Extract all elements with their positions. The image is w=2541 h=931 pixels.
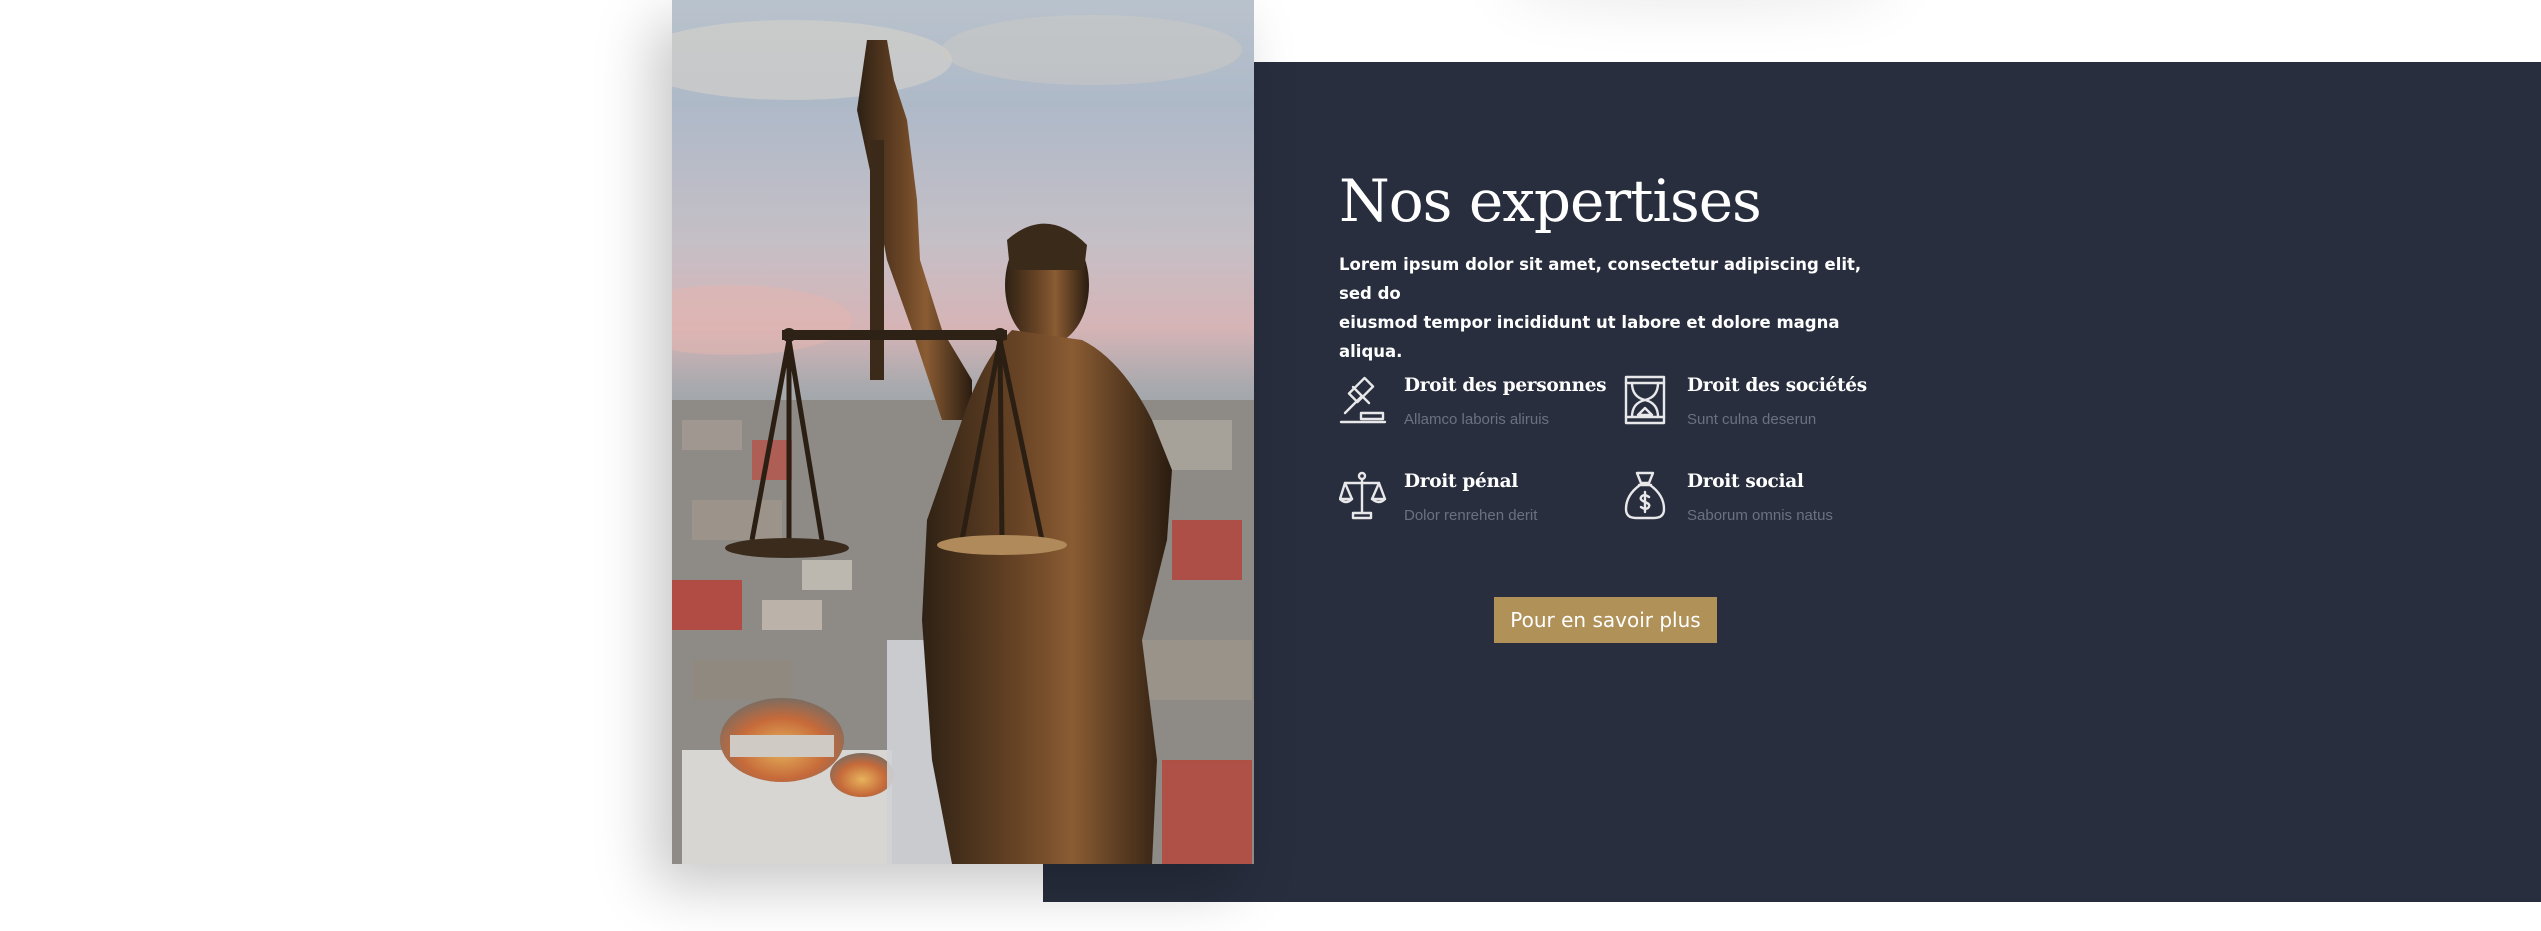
expertise-description: Saborum omnis natus [1687,507,1833,524]
expertise-item-droit-des-societes[interactable]: Droit des sociétés Sunt culna deserun [1622,375,1902,445]
lady-justice-photo [672,0,1254,864]
expertise-item-droit-social[interactable]: Droit social Saborum omnis natus [1622,471,1902,541]
gavel-icon [1339,375,1387,425]
intro-line-2: eiusmod tempor incididunt ut labore et d… [1339,313,1840,361]
scales-icon [1338,471,1387,521]
intro-line-1: Lorem ipsum dolor sit amet, consectetur … [1339,255,1862,303]
expertise-description: Dolor renrehen derit [1404,507,1538,524]
expertise-name: Droit des personnes [1404,375,1607,396]
expertise-name: Droit pénal [1404,471,1519,492]
money-bag-icon [1622,471,1670,521]
section-title: Nos expertises [1339,167,1762,235]
expertise-description: Sunt culna deserun [1687,411,1817,428]
expertise-content: Nos expertises Lorem ipsum dolor sit ame… [1338,160,1899,524]
hourglass-icon [1622,375,1670,425]
expertise-name: Droit social [1687,471,1804,492]
expertise-name: Droit des sociétés [1687,375,1867,396]
expertise-description: Allamco laboris aliruis [1404,411,1550,428]
learn-more-button[interactable]: Pour en savoir plus [1494,597,1717,643]
expertise-item-droit-des-personnes[interactable]: Droit des personnes Allamco laboris alir… [1339,375,1619,445]
section-intro: Lorem ipsum dolor sit amet, consectetur … [1339,250,1899,366]
expertise-item-droit-penal[interactable]: Droit pénal Dolor renrehen derit [1338,471,1619,541]
